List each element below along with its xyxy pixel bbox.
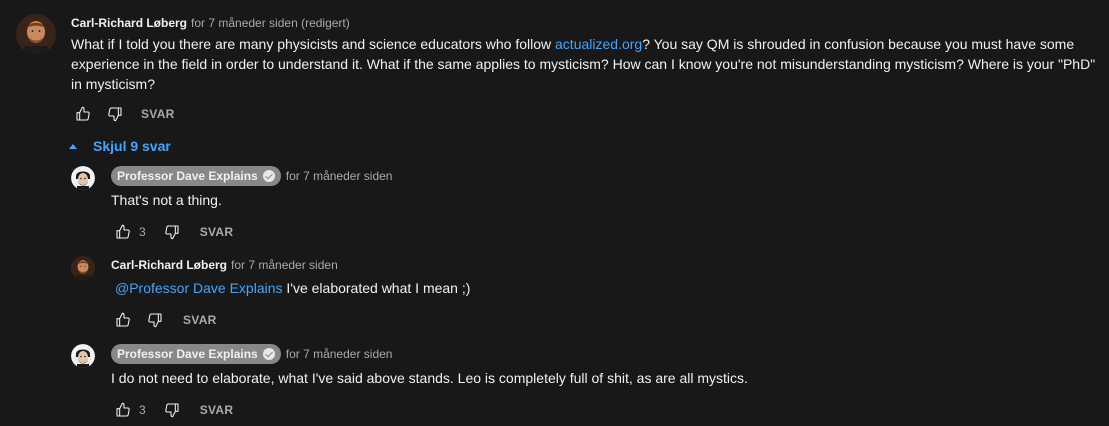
reply-author: Professor Dave Explains [117, 169, 258, 183]
dislike-button[interactable] [160, 220, 184, 244]
reply-button[interactable]: SVAR [200, 403, 234, 417]
hide-replies-toggle[interactable]: Skjul 9 svar [69, 136, 171, 156]
dislike-button[interactable] [160, 398, 184, 422]
reply-text-part: I've elaborated what I mean ;) [282, 280, 471, 296]
reply-text: That's not a thing. [111, 192, 222, 208]
thumb-down-icon [147, 312, 163, 328]
creator-badge[interactable]: Professor Dave Explains [111, 166, 281, 186]
avatar[interactable] [71, 344, 95, 368]
reply-content: Professor Dave Explains for 7 måneder si… [111, 166, 1101, 244]
thumb-down-icon [107, 106, 123, 122]
thumb-up-icon [115, 402, 131, 418]
reply-actions: 3 SVAR [111, 220, 1101, 244]
avatar[interactable] [16, 14, 56, 54]
reply-text: I do not need to elaborate, what I've sa… [111, 370, 748, 386]
comment-actions: SVAR [71, 102, 1101, 126]
reply-meta: Carl-Richard Løberg for 7 måneder siden [111, 256, 1101, 274]
reply-time[interactable]: for 7 måneder siden [286, 345, 393, 363]
caret-up-icon [69, 143, 77, 149]
verified-icon [262, 348, 275, 360]
creator-badge[interactable]: Professor Dave Explains [111, 344, 281, 364]
reply-time[interactable]: for 7 måneder siden [231, 256, 338, 274]
like-button[interactable] [111, 220, 135, 244]
like-button[interactable] [71, 102, 95, 126]
comment-link[interactable]: actualized.org [555, 36, 642, 52]
reply-meta: Professor Dave Explains for 7 måneder si… [111, 344, 1101, 364]
mention-link[interactable]: @Professor Dave Explains [115, 280, 283, 296]
reply-actions: 3 SVAR [111, 398, 1101, 422]
like-count: 3 [139, 403, 146, 417]
like-button[interactable] [111, 308, 135, 332]
reply-button[interactable]: SVAR [183, 313, 217, 327]
thumb-up-icon [115, 312, 131, 328]
reply-button[interactable]: SVAR [141, 107, 175, 121]
thumb-up-icon [75, 106, 91, 122]
thumb-down-icon [164, 224, 180, 240]
comment-author[interactable]: Carl-Richard Løberg [71, 14, 187, 32]
reply-author[interactable]: Carl-Richard Løberg [111, 256, 227, 274]
thumb-down-icon [164, 402, 180, 418]
avatar[interactable] [71, 166, 95, 190]
reply-actions: SVAR [111, 308, 1101, 332]
dislike-button[interactable] [143, 308, 167, 332]
comment-time[interactable]: for 7 måneder siden (redigert) [191, 14, 350, 32]
comment-text-part: What if I told you there are many physic… [71, 36, 556, 52]
thumb-up-icon [115, 224, 131, 240]
comment-content: Carl-Richard Løberg for 7 måneder siden … [71, 14, 1101, 126]
reply-text: @Professor Dave Explains I've elaborated… [111, 278, 1101, 298]
reply-content: Professor Dave Explains for 7 måneder si… [111, 344, 1101, 422]
reply-meta: Professor Dave Explains for 7 måneder si… [111, 166, 1101, 186]
like-count: 3 [139, 225, 146, 239]
like-button[interactable] [111, 398, 135, 422]
comment-meta: Carl-Richard Løberg for 7 måneder siden … [71, 14, 1101, 32]
reply-time[interactable]: for 7 måneder siden [286, 167, 393, 185]
reply-content: Carl-Richard Løberg for 7 måneder siden … [111, 256, 1101, 332]
verified-icon [262, 170, 275, 182]
hide-replies-label: Skjul 9 svar [93, 138, 171, 154]
comment-thread: Carl-Richard Løberg for 7 måneder siden … [0, 0, 1109, 426]
dislike-button[interactable] [103, 102, 127, 126]
reply-author: Professor Dave Explains [117, 347, 258, 361]
reply-button[interactable]: SVAR [200, 225, 234, 239]
comment-text: What if I told you there are many physic… [71, 34, 1101, 94]
avatar[interactable] [71, 256, 95, 280]
